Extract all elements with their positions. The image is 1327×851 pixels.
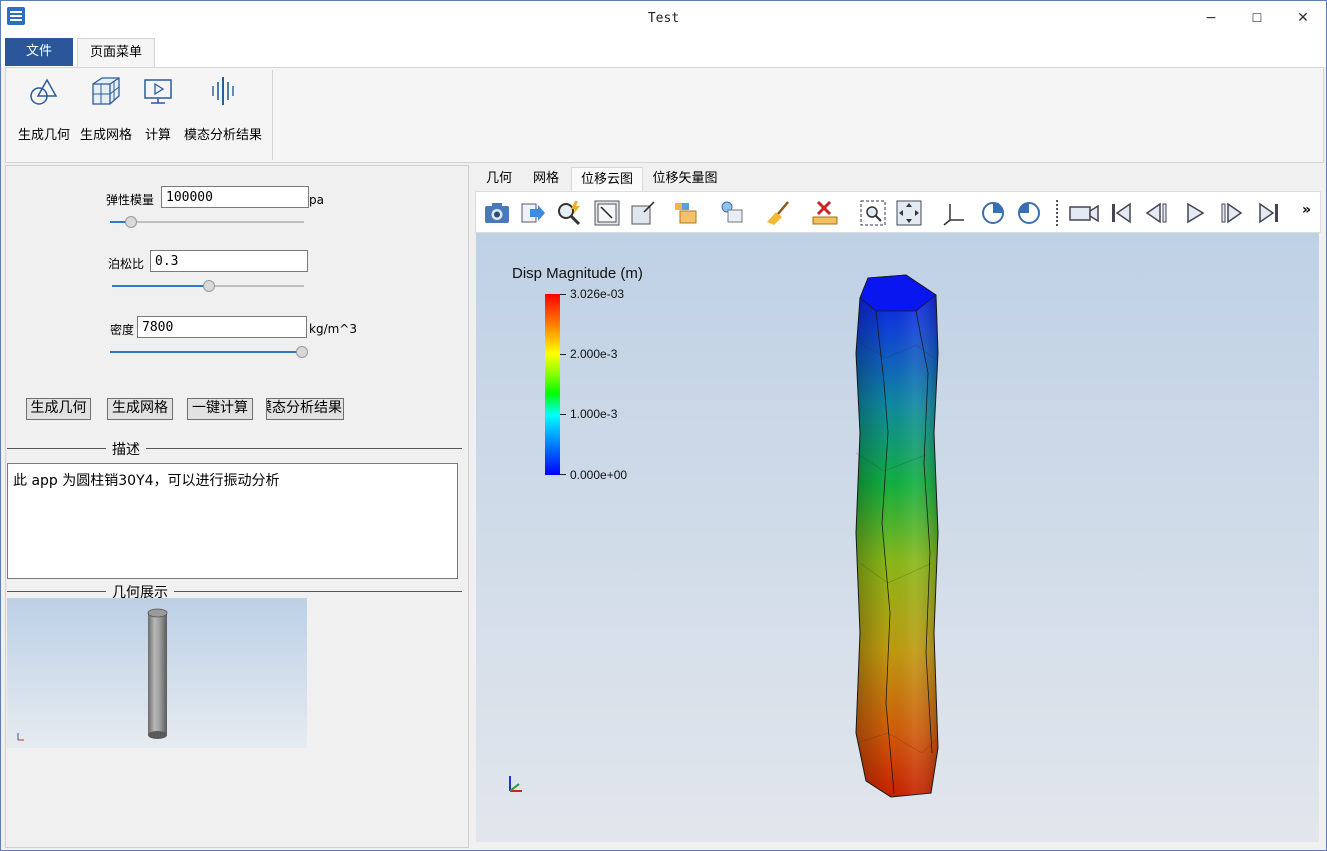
ribbon-label: 生成几何 xyxy=(17,128,70,143)
preview-divider xyxy=(7,591,462,592)
cylinder-preview xyxy=(17,608,168,741)
camera-icon[interactable] xyxy=(484,200,510,226)
ribbon-generate-mesh-button[interactable]: 生成网格 xyxy=(76,74,136,143)
ribbon-generate-geometry-button[interactable]: 生成几何 xyxy=(14,74,74,143)
video-camera-icon[interactable] xyxy=(1068,200,1100,226)
next-frame-icon[interactable] xyxy=(1218,200,1244,226)
density-input[interactable] xyxy=(137,316,307,338)
one-click-compute-button[interactable]: 一键计算 xyxy=(187,398,253,420)
compute-monitor-icon xyxy=(144,79,172,104)
title-bar: Test − ☐ ✕ xyxy=(1,1,1326,37)
window-title: Test xyxy=(647,11,680,26)
ribbon-modal-result-button[interactable]: 模态分析结果 xyxy=(182,74,264,143)
poisson-ratio-input[interactable] xyxy=(150,250,308,272)
ribbon: 生成几何 生成网格 计算 模态分析结果 xyxy=(5,67,1324,163)
tab-file[interactable]: 文件 xyxy=(5,38,73,66)
result-viewer: 几何 网格 位移云图 位移矢量图 » Disp Magnitude (m) 3.… xyxy=(475,165,1321,846)
toolbar-separator xyxy=(1056,200,1058,226)
representation-icon[interactable] xyxy=(674,200,700,226)
ribbon-label: 计算 xyxy=(144,128,171,143)
density-unit: kg/m^3 xyxy=(309,322,357,336)
mesh-cube-icon xyxy=(92,77,120,105)
export-arrow-icon[interactable] xyxy=(520,200,546,226)
elastic-modulus-unit: pa xyxy=(309,193,324,207)
first-frame-icon[interactable] xyxy=(1108,200,1134,226)
generate-geometry-button[interactable]: 生成几何 xyxy=(26,398,91,420)
geometry-icon xyxy=(30,78,58,105)
poisson-ratio-label: 泊松比 xyxy=(108,257,145,271)
ribbon-label: 模态分析结果 xyxy=(183,128,262,143)
last-frame-icon[interactable] xyxy=(1256,200,1282,226)
maximize-button[interactable]: ☐ xyxy=(1234,1,1280,35)
viewer-tab-displacement-vector[interactable]: 位移矢量图 xyxy=(645,167,725,191)
ribbon-compute-button[interactable]: 计算 xyxy=(140,74,176,143)
viewer-tab-geometry[interactable]: 几何 xyxy=(477,167,521,191)
modal-result-icon xyxy=(212,77,234,105)
axes-icon[interactable] xyxy=(942,200,968,226)
slider-thumb[interactable] xyxy=(203,280,215,292)
viewer-tab-mesh[interactable]: 网格 xyxy=(525,167,567,191)
ruler-delete-icon[interactable] xyxy=(812,200,838,226)
viewer-tab-displacement-contour[interactable]: 位移云图 xyxy=(571,167,643,192)
poisson-ratio-slider[interactable] xyxy=(112,280,304,292)
density-slider[interactable] xyxy=(110,346,308,358)
slider-thumb[interactable] xyxy=(296,346,308,358)
description-textbox[interactable]: 此 app 为圆柱销30Y4，可以进行振动分析 xyxy=(7,463,458,579)
description-divider xyxy=(7,448,462,449)
slider-thumb[interactable] xyxy=(125,216,137,228)
rotate-ccw-icon[interactable] xyxy=(1016,200,1042,226)
density-label: 密度 xyxy=(110,323,135,337)
modal-analysis-result-button[interactable]: 模态分析结果 xyxy=(266,398,344,420)
clean-brush-icon[interactable] xyxy=(766,200,792,226)
rubber-zoom-icon[interactable] xyxy=(860,200,886,226)
ribbon-divider xyxy=(272,70,273,160)
parameter-panel: 弹性模量 pa 泊松比 密度 kg/m^3 生成几何 生成网格 一键计算 模态分… xyxy=(5,165,469,848)
elastic-modulus-input[interactable] xyxy=(161,186,309,208)
app-window: Test − ☐ ✕ 文件 页面菜单 生成几何 生成网格 计算 模态分析结果 弹… xyxy=(0,0,1327,851)
geometry-preview[interactable] xyxy=(7,598,307,748)
minimize-button[interactable]: − xyxy=(1188,1,1234,35)
elastic-modulus-label: 弹性模量 xyxy=(106,193,155,207)
rotate-cw-icon[interactable] xyxy=(980,200,1006,226)
viewer-toolbar: » xyxy=(475,191,1321,233)
3d-viewport[interactable]: Disp Magnitude (m) 3.026e-03 2.000e-3 1.… xyxy=(476,233,1319,842)
close-button[interactable]: ✕ xyxy=(1280,1,1326,35)
zoom-out-box-icon[interactable] xyxy=(630,200,656,226)
description-title: 描述 xyxy=(106,439,146,459)
orientation-axes xyxy=(509,776,522,792)
menu-bar: 文件 页面菜单 xyxy=(1,37,1326,67)
prev-frame-icon[interactable] xyxy=(1144,200,1170,226)
elastic-modulus-slider[interactable] xyxy=(110,216,304,228)
zoom-to-box-icon[interactable] xyxy=(594,200,620,226)
query-zoom-icon[interactable] xyxy=(556,200,582,226)
play-icon[interactable] xyxy=(1182,200,1208,226)
light-icon[interactable] xyxy=(720,200,746,226)
more-icon[interactable]: » xyxy=(1302,202,1311,218)
ribbon-label: 生成网格 xyxy=(79,128,132,143)
fit-view-icon[interactable] xyxy=(896,200,922,226)
tab-page-menu[interactable]: 页面菜单 xyxy=(77,38,155,67)
generate-mesh-button[interactable]: 生成网格 xyxy=(107,398,173,420)
displacement-model xyxy=(509,274,939,798)
